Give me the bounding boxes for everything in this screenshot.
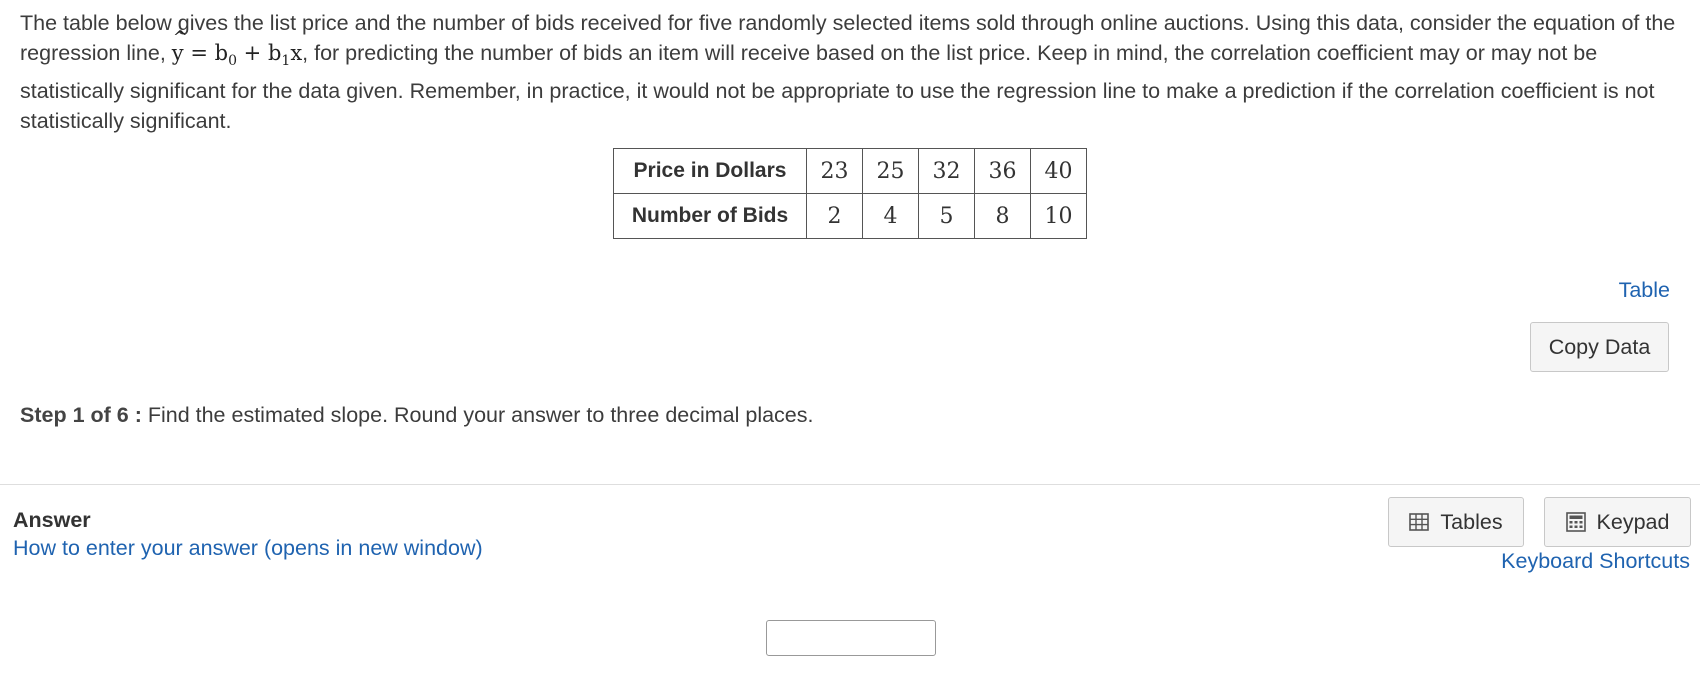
table-grid-icon [1409,513,1430,531]
step-label: Step 1 of 6 : [20,403,142,427]
hat-symbol: ^ [172,27,188,48]
tables-label: Tables [1440,509,1503,534]
table-cell: 23 [806,148,863,194]
table-row: Number of Bids 2 4 5 8 10 [613,193,1087,239]
keypad-label: Keypad [1596,509,1670,534]
data-table: Price in Dollars 23 25 32 36 40 Number o… [613,148,1087,239]
copy-data-button[interactable]: Copy Data [1530,322,1669,372]
row-header-price: Price in Dollars [613,148,807,194]
table-cell: 40 [1030,148,1087,194]
table-cell: 25 [862,148,919,194]
table-link[interactable]: Table [1619,278,1670,303]
tables-button[interactable]: Tables [1388,497,1524,547]
table-cell: 8 [974,193,1031,239]
calculator-icon [1565,512,1586,532]
table-cell: 36 [974,148,1031,194]
step-instruction: Step 1 of 6 : Find the estimated slope. … [20,403,814,428]
keyboard-shortcuts-link[interactable]: Keyboard Shortcuts [1501,549,1690,574]
row-header-bids: Number of Bids [613,193,807,239]
answer-input[interactable] [766,620,936,656]
regression-equation: ^ y = b0 + b1x [172,27,302,69]
table-cell: 2 [806,193,863,239]
table-cell: 4 [862,193,919,239]
table-cell: 10 [1030,193,1087,239]
answer-heading: Answer [13,508,91,532]
table-cell: 32 [918,148,975,194]
step-text: Find the estimated slope. Round your ans… [141,403,814,427]
table-row: Price in Dollars 23 25 32 36 40 [613,148,1087,194]
problem-statement: The table below gives the list price and… [20,8,1680,136]
keypad-button[interactable]: Keypad [1544,497,1691,547]
table-cell: 5 [918,193,975,239]
how-to-enter-answer-link[interactable]: How to enter your answer (opens in new w… [13,536,483,561]
section-divider [0,484,1700,485]
y-hat: ^ y [172,27,188,68]
